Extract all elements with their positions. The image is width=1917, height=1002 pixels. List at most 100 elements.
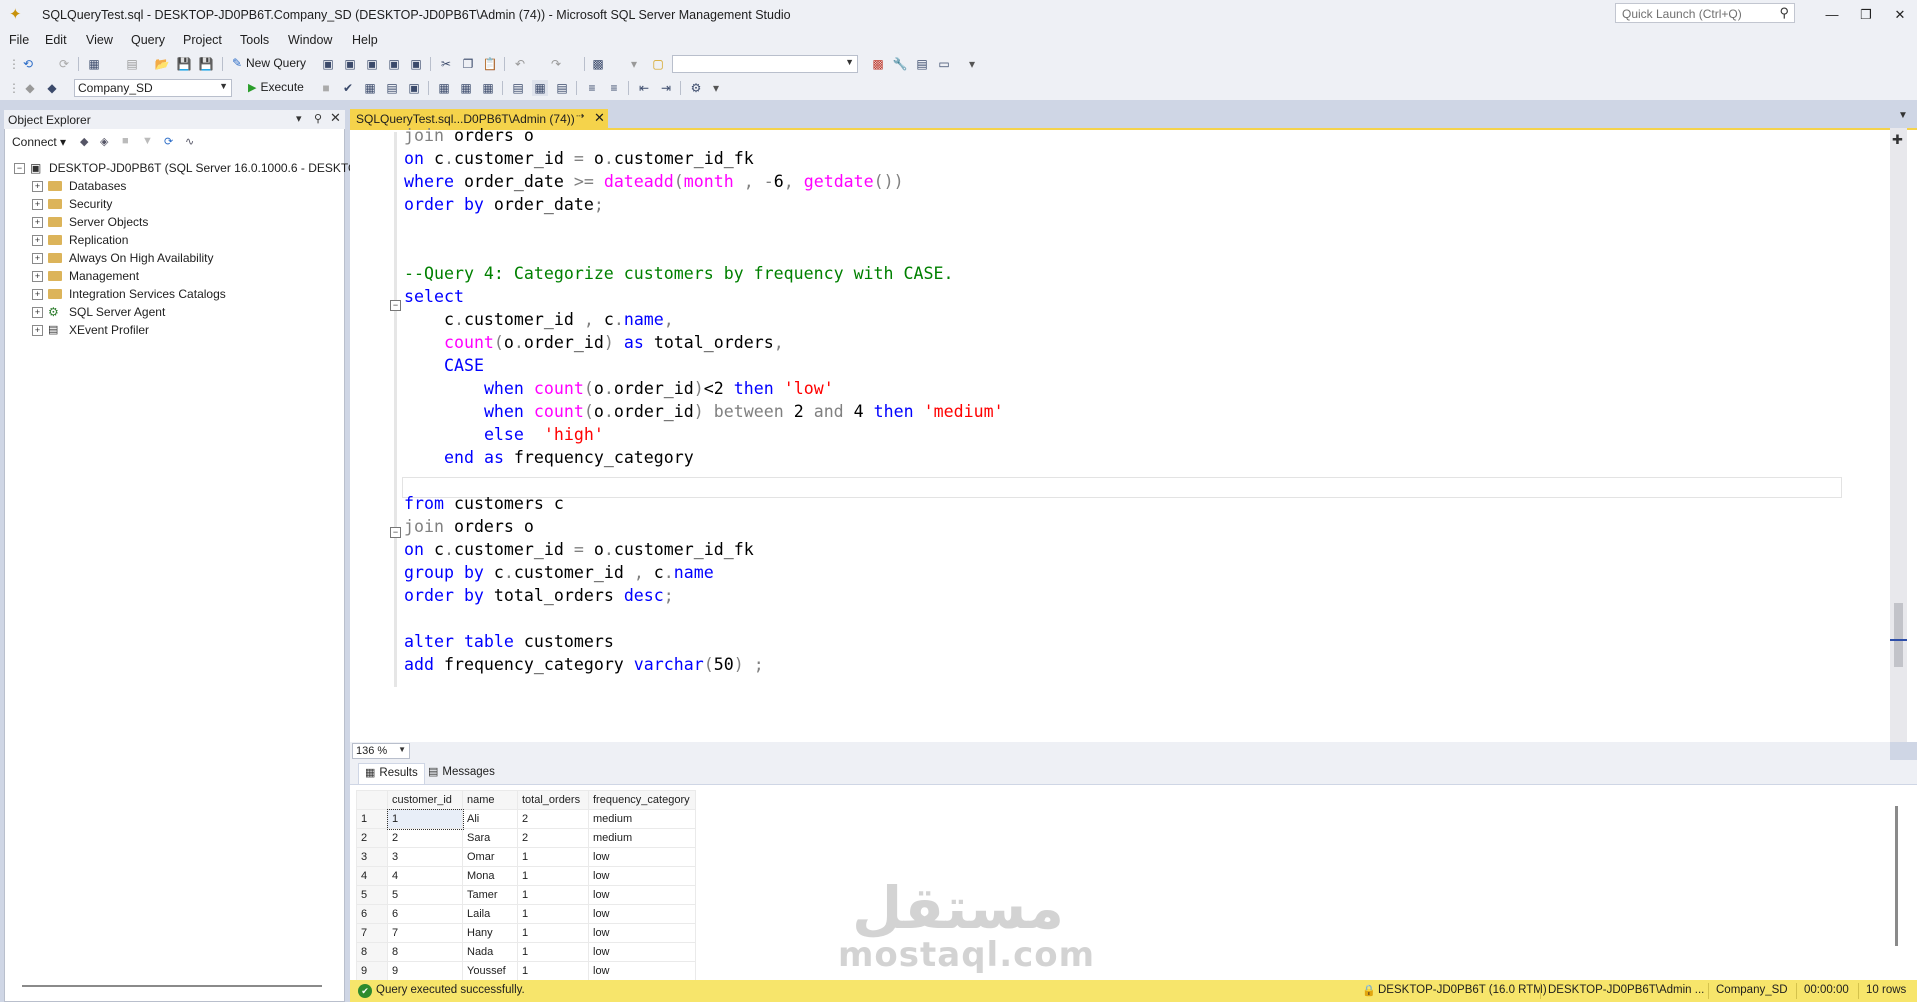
open-file-icon[interactable]: 📂 [154,56,170,72]
table-row[interactable]: 2 2 Sara 2 medium [356,828,696,848]
menu-help[interactable]: Help [352,33,378,47]
results-vertical-scrollbar[interactable] [1892,786,1904,980]
column-header[interactable]: total_orders [517,790,589,810]
toolbar-options-icon[interactable]: ▾ [708,80,724,96]
grid-cell[interactable]: Hany [462,923,518,943]
scrollbar-thumb[interactable] [1894,603,1903,667]
redo-icon[interactable]: ↷ [548,56,564,72]
table-row[interactable]: 9 9 Youssef 1 low [356,961,696,981]
grid-cell[interactable]: 7 [387,923,463,943]
collapse-icon[interactable]: − [390,300,401,311]
grid-cell[interactable]: 1 [517,885,589,905]
grid-cell[interactable]: Ali [462,809,518,829]
grid-cell[interactable]: 1 [386,808,464,830]
grid-cell[interactable]: 9 [387,961,463,981]
decrease-indent-icon[interactable]: ⇤ [636,80,652,96]
execute-button[interactable]: ▶ Execute [248,80,304,94]
menu-tools[interactable]: Tools [240,33,269,47]
tab-messages[interactable]: ▤ Messages [428,765,495,778]
menu-view[interactable]: View [86,33,113,47]
table-row[interactable]: 6 6 Laila 1 low [356,904,696,924]
dropdown-arrow-icon[interactable]: ▾ [626,56,642,72]
undo-icon[interactable]: ↶ [512,56,528,72]
grid-cell[interactable]: 8 [387,942,463,962]
tab-results[interactable]: ▦ Results [358,763,425,784]
db-engine-query-icon[interactable]: ▣ [320,56,336,72]
expand-icon[interactable]: + [32,289,43,300]
expand-icon[interactable]: + [32,199,43,210]
collapse-icon[interactable]: − [14,163,25,174]
client-stats-icon[interactable]: ▦ [480,80,496,96]
expand-icon[interactable]: + [32,253,43,264]
expand-icon[interactable]: + [32,235,43,246]
horizontal-scrollbar[interactable] [22,985,322,987]
grid-cell[interactable]: medium [588,828,696,848]
back-icon[interactable]: ⟲ [20,56,36,72]
grid-cell[interactable]: low [588,866,696,886]
estimated-plan-icon[interactable]: ▦ [362,80,378,96]
add-item-icon[interactable]: ▤ [124,56,140,72]
table-row[interactable]: 8 8 Nada 1 low [356,942,696,962]
query-options-icon[interactable]: ▤ [384,80,400,96]
table-row[interactable]: 3 3 Omar 1 low [356,847,696,867]
tab-list-dropdown-icon[interactable]: ▼ [1898,110,1908,121]
refresh-icon[interactable]: ⟳ [164,135,173,148]
grid-cell[interactable]: 6 [387,904,463,924]
connect-plug-icon[interactable]: ◆ [80,135,88,148]
specify-values-icon[interactable]: ⚙ [688,80,704,96]
grid-cell[interactable]: medium [588,809,696,829]
grid-cell[interactable]: 1 [517,923,589,943]
new-project-icon[interactable]: ▦ [86,56,102,72]
table-row[interactable]: 4 4 Mona 1 low [356,866,696,886]
grid-cell[interactable]: Sara [462,828,518,848]
results-to-grid-icon[interactable]: ▦ [532,80,548,96]
results-grid[interactable]: customer_id name total_orders frequency_… [356,790,696,981]
zoom-select[interactable]: 136 % ▼ [352,743,410,759]
expand-icon[interactable]: + [32,181,43,192]
intellisense-icon[interactable]: ▣ [406,80,422,96]
save-icon[interactable]: 💾 [176,56,192,72]
dax-query-icon[interactable]: ▣ [408,56,424,72]
stop-icon[interactable]: ■ [122,135,129,147]
panel-options-icon[interactable]: ▾ [296,112,302,125]
table-row[interactable]: 1 1 Ali 2 medium [356,808,696,830]
collapse-icon[interactable]: − [390,527,401,538]
grid-cell[interactable]: low [588,923,696,943]
actual-plan-icon[interactable]: ▦ [436,80,452,96]
grid-cell[interactable]: 3 [387,847,463,867]
grid-cell[interactable]: low [588,847,696,867]
mdx-query-icon[interactable]: ▣ [342,56,358,72]
grid-cell[interactable]: 5 [387,885,463,905]
grid-cell[interactable]: 1 [517,904,589,924]
close-window-button[interactable]: ✕ [1886,5,1914,25]
grid-cell[interactable]: 2 [387,828,463,848]
grid-cell[interactable]: Omar [462,847,518,867]
grid-cell[interactable]: 2 [517,809,589,829]
grid-cell[interactable]: Tamer [462,885,518,905]
menu-file[interactable]: File [9,33,29,47]
split-editor-icon[interactable]: ✚ [1892,132,1903,148]
toolbox-icon[interactable]: ▤ [914,56,930,72]
menu-project[interactable]: Project [183,33,222,47]
results-to-text-icon[interactable]: ▤ [510,80,526,96]
find-icon[interactable]: ▢ [650,56,666,72]
live-stats-icon[interactable]: ▦ [458,80,474,96]
properties-icon[interactable]: 🔧 [892,56,908,72]
grid-cell[interactable]: low [588,942,696,962]
expand-icon[interactable]: + [32,217,43,228]
cancel-query-icon[interactable]: ■ [318,80,334,96]
column-header[interactable]: name [462,790,518,810]
grid-cell[interactable]: low [588,904,696,924]
activity-icon[interactable]: ∿ [185,135,194,148]
grid-cell[interactable]: Youssef [462,961,518,981]
dmx-query-icon[interactable]: ▣ [364,56,380,72]
grid-cell[interactable]: 1 [517,847,589,867]
increase-indent-icon[interactable]: ⇥ [658,80,674,96]
menu-edit[interactable]: Edit [45,33,67,47]
grid-cell[interactable]: 1 [517,942,589,962]
code-area[interactable]: join orders o on c.customer_id = o.custo… [404,126,1864,690]
window-layout-icon[interactable]: ▭ [936,56,952,72]
change-connection-icon[interactable]: ◆ [44,80,60,96]
disconnect-icon[interactable]: ◈ [100,135,108,148]
cut-icon[interactable]: ✂ [438,56,454,72]
